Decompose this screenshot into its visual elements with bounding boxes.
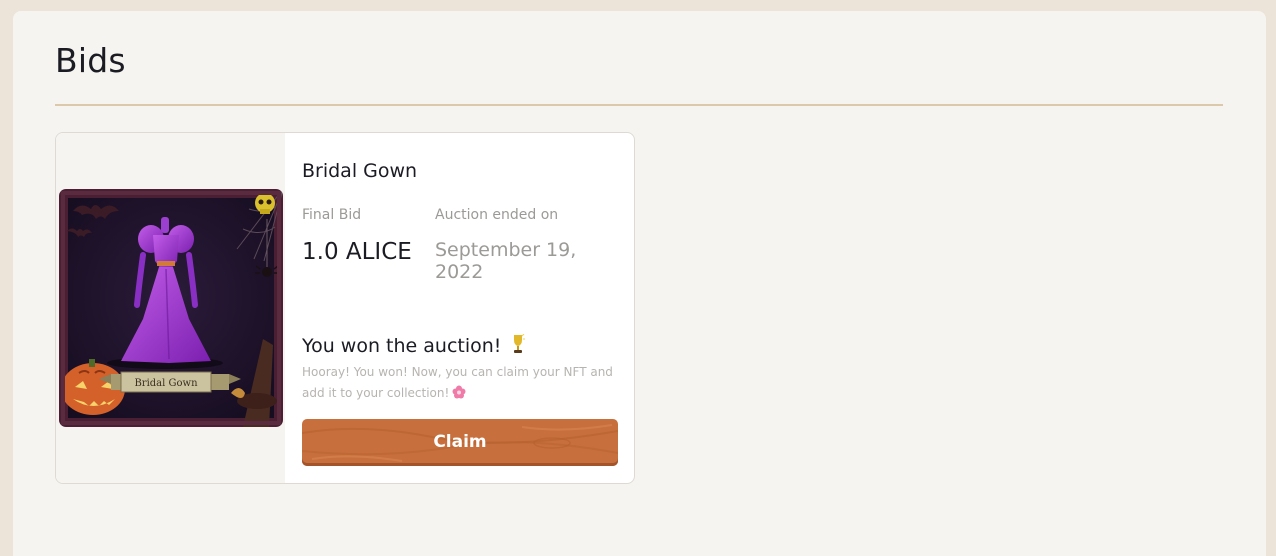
card-media: Bridal Gown [56,133,285,483]
title-divider [55,104,1223,106]
auction-ended-date: September 19, 2022 [435,239,577,283]
auction-won-text: You won the auction! [302,335,502,357]
item-name: Bridal Gown [302,160,418,182]
claim-button[interactable]: Claim [302,419,618,466]
trophy-icon [511,333,526,359]
nft-image[interactable]: Bridal Gown [59,189,283,427]
halloween-gown-artwork: Bridal Gown [59,189,283,427]
auction-ended-label: Auction ended on [435,207,559,223]
bid-card: Bridal Gown Bridal Gown Final Bid Auctio… [55,132,635,484]
final-bid-value: 1.0 ALICE [302,239,412,265]
auction-won-title: You won the auction! [302,333,526,359]
image-banner-label: Bridal Gown [134,378,198,389]
page-title: Bids [55,41,126,80]
flower-icon [452,385,466,406]
claim-button-label: Claim [433,432,487,452]
auction-won-description: Hooray! You won! Now, you can claim your… [302,362,618,406]
bids-panel: Bids Bridal Gown Bridal Gown Final Bid A… [13,11,1266,556]
final-bid-label: Final Bid [302,207,362,223]
card-body: Bridal Gown Final Bid Auction ended on 1… [302,133,618,483]
